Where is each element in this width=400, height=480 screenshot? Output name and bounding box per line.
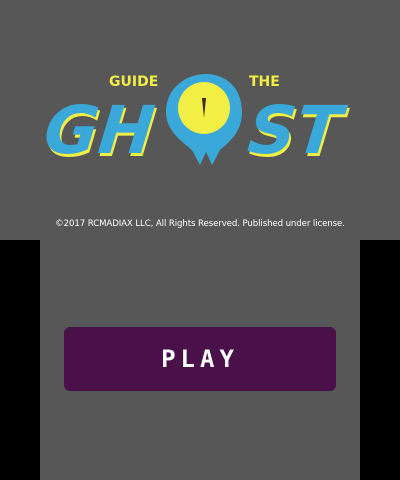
play-button[interactable]: PLAY xyxy=(64,327,336,391)
logo-word-guide: GUIDE xyxy=(109,74,158,90)
ghost-eye-icon xyxy=(166,74,242,165)
play-button-label: PLAY xyxy=(161,345,239,373)
copyright-notice: ©2017 RCMADIAX LLC, All Rights Reserved.… xyxy=(55,219,345,229)
logo-word-the: THE xyxy=(249,74,280,90)
logo-word-gh: GH xyxy=(44,92,158,169)
game-logo: GUIDE THE GH GH ST ST xyxy=(44,70,356,170)
top-screen: GUIDE THE GH GH ST ST ©2017 RCMADIAX LLC… xyxy=(0,0,400,240)
logo-word-st: ST xyxy=(245,92,350,169)
bottom-screen: PLAY xyxy=(40,240,360,480)
